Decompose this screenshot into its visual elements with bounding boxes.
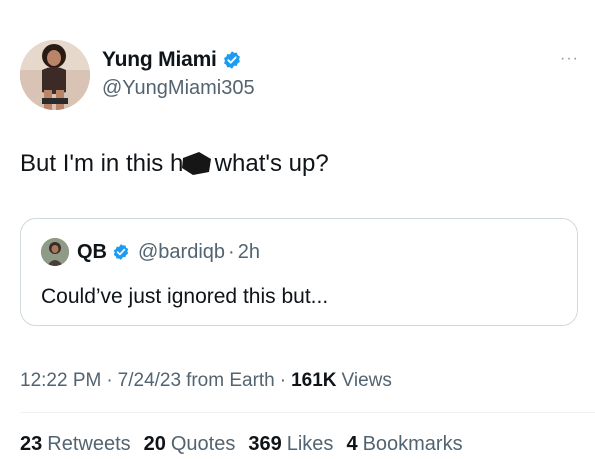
quoted-verified-badge-icon <box>113 244 129 260</box>
more-options-icon[interactable]: ··· <box>560 50 579 68</box>
meta-separator: · <box>106 370 113 391</box>
quotes-label: Quotes <box>170 433 236 455</box>
tweet-source: from Earth <box>186 370 275 391</box>
views-label: Views <box>341 370 392 391</box>
quoted-timestamp[interactable]: 2h <box>238 241 260 264</box>
quoted-avatar-photo <box>41 238 69 266</box>
bookmarks-label: Bookmarks <box>362 433 463 455</box>
quotes-count: 20 <box>143 433 166 455</box>
quoted-tweet-text: Could’ve just ignored this but... <box>41 285 329 308</box>
tweet-text-part2: what's up? <box>214 150 329 177</box>
tweet-text-part1: But I'm in this ho <box>20 150 197 177</box>
engagement-stats-row: 23 Retweets 20 Quotes 369 Likes 4 Bookmarks <box>20 433 476 456</box>
meta-separator-2: · <box>279 370 287 391</box>
divider <box>20 412 595 413</box>
quoted-tweet-card[interactable]: QB @bardiqb · 2h Could’ve just ignored t… <box>20 218 578 326</box>
likes-count: 369 <box>248 433 282 455</box>
retweets-label: Retweets <box>47 433 131 455</box>
author-handle[interactable]: @YungMiami305 <box>102 77 255 100</box>
quoted-handle[interactable]: @bardiqb <box>138 241 225 264</box>
redaction-mark <box>181 152 211 175</box>
tweet-text: But I'm in this ho what's up? <box>20 150 329 178</box>
quoted-display-name[interactable]: QB <box>77 241 107 264</box>
likes-stat[interactable]: 369 Likes <box>248 433 333 456</box>
avatar-photo <box>20 40 90 110</box>
quoted-header-row: QB @bardiqb · 2h <box>77 238 260 266</box>
retweets-stat[interactable]: 23 Retweets <box>20 433 131 456</box>
tweet-meta-row: 12:22 PM · 7/24/23 from Earth · 161K Vie… <box>20 370 392 392</box>
quoted-separator: · <box>228 240 235 263</box>
bookmarks-count: 4 <box>346 433 358 455</box>
likes-label: Likes <box>286 433 334 455</box>
quoted-author-avatar[interactable] <box>41 238 69 266</box>
author-name-row: Yung Miami <box>102 48 242 72</box>
bookmarks-stat[interactable]: 4 Bookmarks <box>346 433 462 456</box>
views-count: 161K <box>291 370 337 391</box>
tweet-date[interactable]: 7/24/23 <box>118 370 181 392</box>
quotes-stat[interactable]: 20 Quotes <box>144 433 236 456</box>
retweets-count: 23 <box>20 433 43 455</box>
verified-badge-icon <box>223 51 240 69</box>
author-avatar[interactable] <box>20 40 90 110</box>
tweet-time[interactable]: 12:22 PM <box>20 370 101 392</box>
author-display-name[interactable]: Yung Miami <box>102 48 217 72</box>
